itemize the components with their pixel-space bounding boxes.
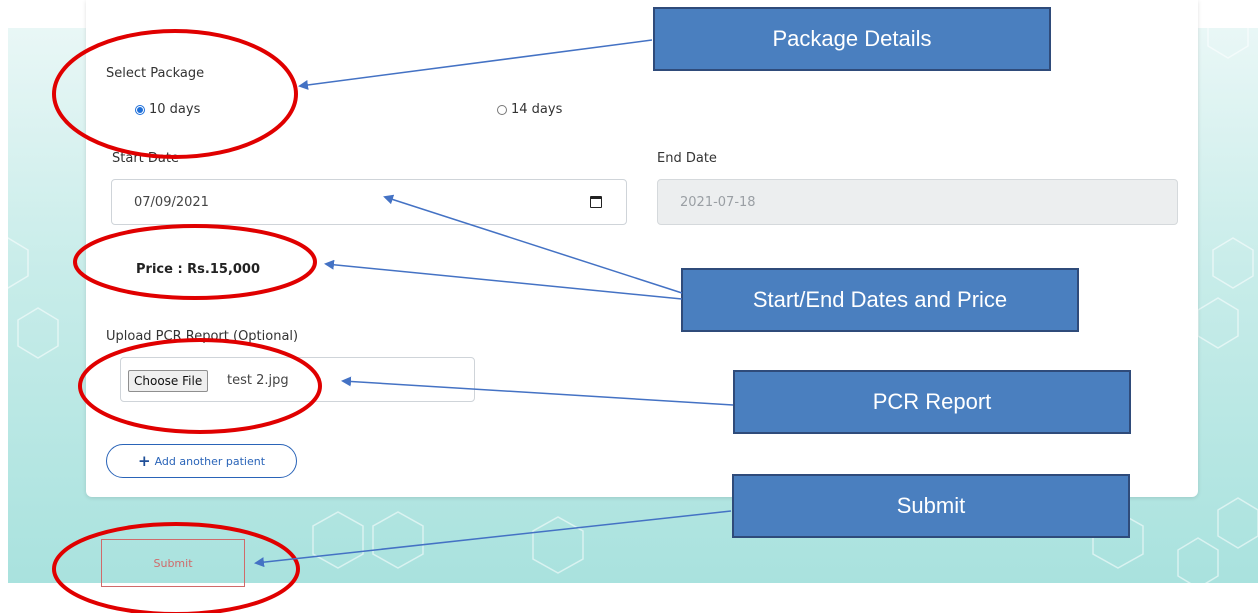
add-patient-label: Add another patient bbox=[154, 454, 266, 468]
end-date-input: 2021-07-18 bbox=[657, 179, 1178, 225]
selected-file-name: test 2.jpg bbox=[227, 373, 289, 388]
callout-dates-price: Start/End Dates and Price bbox=[681, 268, 1079, 332]
calendar-icon[interactable] bbox=[590, 196, 602, 208]
package-option-10-days[interactable]: 10 days bbox=[135, 102, 200, 117]
callout-package-details: Package Details bbox=[653, 7, 1051, 71]
radio-selected-icon[interactable] bbox=[135, 104, 145, 115]
select-package-label: Select Package bbox=[106, 66, 205, 81]
plus-icon: + bbox=[137, 451, 151, 470]
start-date-label: Start Date bbox=[112, 151, 179, 166]
upload-pcr-label: Upload PCR Report (Optional) bbox=[106, 329, 299, 344]
package-option-14-days[interactable]: 14 days bbox=[497, 102, 562, 117]
pcr-file-input[interactable]: Choose File test 2.jpg bbox=[120, 357, 475, 402]
package-option-label: 10 days bbox=[149, 102, 201, 117]
callout-pcr-report: PCR Report bbox=[733, 370, 1131, 434]
start-date-input[interactable]: 07/09/2021 bbox=[111, 179, 627, 225]
end-date-value: 2021-07-18 bbox=[680, 194, 756, 210]
radio-unselected-icon[interactable] bbox=[497, 104, 507, 115]
price-text: Price : Rs.15,000 bbox=[136, 262, 261, 277]
package-option-label: 14 days bbox=[511, 102, 563, 117]
submit-button[interactable]: Submit bbox=[101, 539, 245, 587]
callout-submit: Submit bbox=[732, 474, 1130, 538]
add-another-patient-button[interactable]: + Add another patient bbox=[106, 444, 297, 478]
end-date-label: End Date bbox=[657, 151, 717, 166]
choose-file-button[interactable]: Choose File bbox=[128, 370, 209, 392]
start-date-value: 07/09/2021 bbox=[134, 194, 209, 210]
